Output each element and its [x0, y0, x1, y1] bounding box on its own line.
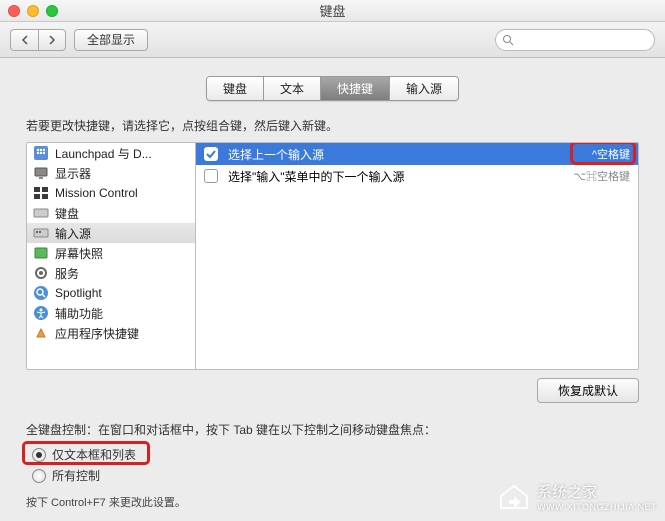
shortcut-list[interactable]: 选择上一个输入源 ^空格键 选择"输入"菜单中的下一个输入源 ⌥⌘空格键: [196, 142, 639, 370]
radio-button[interactable]: [32, 469, 46, 483]
radio-button[interactable]: [32, 448, 46, 462]
input-sources-icon: [33, 225, 49, 241]
search-icon: [502, 34, 514, 46]
category-accessibility[interactable]: 辅助功能: [27, 303, 195, 323]
tab-text[interactable]: 文本: [264, 77, 321, 100]
category-services[interactable]: 服务: [27, 263, 195, 283]
tab-shortcuts[interactable]: 快捷键: [321, 77, 390, 100]
traffic-lights: [8, 5, 58, 17]
shortcut-row-next-input[interactable]: 选择"输入"菜单中的下一个输入源 ⌥⌘空格键: [196, 165, 638, 187]
show-all-button[interactable]: 全部显示: [74, 29, 148, 51]
nav-buttons: [10, 29, 66, 51]
radio-all-controls[interactable]: 所有控制: [26, 465, 146, 486]
back-button[interactable]: [10, 29, 38, 51]
category-display[interactable]: 显示器: [27, 163, 195, 183]
spotlight-icon: [33, 285, 49, 301]
category-screenshots[interactable]: 屏幕快照: [27, 243, 195, 263]
display-icon: [33, 165, 49, 181]
category-label: Mission Control: [55, 186, 138, 200]
accessibility-icon: [33, 305, 49, 321]
services-icon: [33, 265, 49, 281]
screenshot-icon: [33, 245, 49, 261]
category-mission-control[interactable]: Mission Control: [27, 183, 195, 203]
radio-label: 所有控制: [52, 467, 100, 484]
radio-label: 仅文本框和列表: [52, 446, 136, 463]
shortcut-checkbox[interactable]: [204, 147, 218, 161]
close-button[interactable]: [8, 5, 20, 17]
watermark-name: 系统之家: [537, 484, 597, 501]
category-keyboard[interactable]: 键盘: [27, 203, 195, 223]
mission-control-icon: [33, 185, 49, 201]
shortcut-row-prev-input[interactable]: 选择上一个输入源 ^空格键: [196, 143, 638, 165]
tab-segmented-control: 键盘 文本 快捷键 输入源: [206, 76, 459, 101]
category-list[interactable]: Launchpad 与 D... 显示器 Mission Control 键盘 …: [26, 142, 196, 370]
search-field[interactable]: [495, 29, 655, 51]
apps-icon: [33, 325, 49, 341]
category-app-shortcuts[interactable]: 应用程序快捷键: [27, 323, 195, 343]
keyboard-icon: [33, 205, 49, 221]
tab-keyboard[interactable]: 键盘: [207, 77, 264, 100]
category-label: 服务: [55, 265, 79, 282]
category-label: 键盘: [55, 205, 79, 222]
category-label: Launchpad 与 D...: [55, 145, 152, 162]
shortcut-key: ⌥⌘空格键: [573, 168, 630, 184]
category-label: Spotlight: [55, 286, 102, 300]
category-label: 辅助功能: [55, 305, 103, 322]
shortcut-key: ^空格键: [592, 146, 630, 162]
shortcut-label: 选择"输入"菜单中的下一个输入源: [228, 168, 563, 185]
shortcut-label: 选择上一个输入源: [228, 146, 582, 163]
radio-text-only[interactable]: 仅文本框和列表: [26, 444, 146, 465]
watermark-icon: [497, 479, 531, 513]
forward-button[interactable]: [38, 29, 66, 51]
category-label: 显示器: [55, 165, 91, 182]
keyboard-control-desc: 全键盘控制：在窗口和对话框中，按下 Tab 键在以下控制之间移动键盘焦点：: [26, 421, 639, 438]
hint-text: 若要更改快捷键，请选择它，点按组合键，然后键入新键。: [26, 117, 639, 134]
category-label: 屏幕快照: [55, 245, 103, 262]
launchpad-icon: [33, 145, 49, 161]
category-label: 输入源: [55, 225, 91, 242]
shortcut-checkbox[interactable]: [204, 169, 218, 183]
titlebar: 键盘: [0, 0, 665, 22]
tab-input-sources[interactable]: 输入源: [390, 77, 458, 100]
watermark-url: WWW.XITONGZHIJIA.NET: [537, 502, 657, 512]
category-label: 应用程序快捷键: [55, 325, 139, 342]
category-input-sources[interactable]: 输入源: [27, 223, 195, 243]
minimize-button[interactable]: [27, 5, 39, 17]
toolbar: 全部显示: [0, 22, 665, 58]
restore-defaults-button[interactable]: 恢复成默认: [537, 378, 639, 403]
window-title: 键盘: [319, 1, 345, 20]
category-launchpad[interactable]: Launchpad 与 D...: [27, 143, 195, 163]
zoom-button[interactable]: [46, 5, 58, 17]
category-spotlight[interactable]: Spotlight: [27, 283, 195, 303]
watermark: 系统之家 WWW.XITONGZHIJIA.NET: [497, 479, 657, 513]
